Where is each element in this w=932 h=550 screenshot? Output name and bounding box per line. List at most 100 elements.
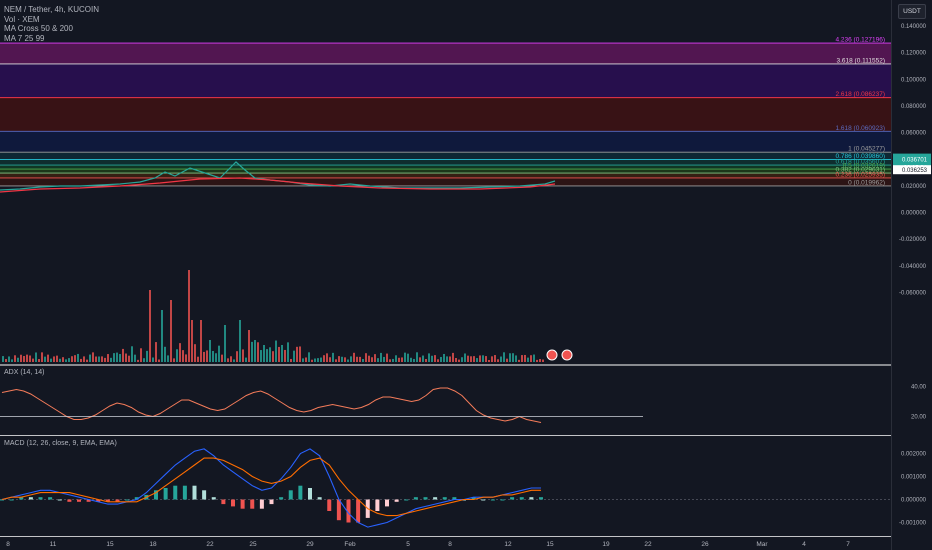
volume-bar (227, 358, 229, 362)
macd-histogram-bar (375, 499, 380, 511)
price-axis-label: 0.000000 (901, 211, 927, 217)
fib-band (0, 97, 891, 132)
volume-bar (212, 350, 214, 362)
volume-bar (53, 356, 55, 362)
macd-histogram-bar (269, 499, 274, 505)
time-axis-label: 18 (149, 541, 157, 548)
study-volume[interactable]: Vol · XEM (4, 15, 99, 25)
volume-bar (257, 342, 259, 362)
volume-bar (341, 356, 343, 362)
volume-bar (431, 355, 433, 362)
macd-histogram-bar (423, 497, 428, 500)
price-axis-label: 0.080000 (901, 104, 927, 110)
macd-histogram-bar (28, 497, 33, 500)
time-axis[interactable]: 8 11 15 18 22 25 29 Feb 5 8 12 15 19 22 26 Mar 4 7 (6, 541, 850, 548)
volume-bar (398, 357, 400, 362)
adx-axis-label: 20.00 (911, 415, 927, 421)
macd-histogram-bar (211, 497, 216, 500)
volume-bar (191, 320, 193, 362)
time-axis-label: 25 (249, 541, 257, 548)
volume-bar (230, 356, 232, 362)
volume-bar (50, 358, 52, 362)
volume-bar (518, 359, 520, 362)
volume-bar (485, 356, 487, 362)
volume-bar (329, 357, 331, 362)
macd-histogram-bar (519, 497, 524, 500)
volume-bar (359, 356, 361, 362)
volume-bar (437, 359, 439, 362)
fib-level-label: 2.618 (0.086237) (835, 91, 885, 98)
volume-bar (440, 356, 442, 362)
volume-bar (416, 352, 418, 362)
volume-bar (221, 354, 223, 362)
volume-bar (242, 349, 244, 362)
study-ma-cross[interactable]: MA Cross 50 & 200 (4, 24, 99, 34)
time-axis-label: Feb (344, 541, 356, 548)
macd-histogram-bar (221, 499, 226, 505)
volume-bar (41, 352, 43, 362)
volume-bar (509, 353, 511, 362)
time-axis-label: 26 (701, 541, 709, 548)
volume-bar (539, 359, 541, 362)
macd-label[interactable]: MACD (12, 26, close, 9, EMA, EMA) (4, 440, 117, 447)
volume-bar (377, 358, 379, 362)
symbol-title[interactable]: NEM / Tether, 4h, KUCOIN (4, 5, 99, 15)
volume-bar (38, 359, 40, 362)
volume-bar (20, 354, 22, 362)
macd-histogram-bar (500, 499, 505, 501)
macd-pane (0, 448, 891, 528)
volume-bar (479, 355, 481, 362)
volume-bar (401, 357, 403, 362)
volume-bar (65, 359, 67, 362)
volume-bar (8, 356, 10, 362)
macd-histogram-bar (48, 497, 53, 500)
volume-bar (224, 325, 226, 362)
volume-bar (11, 359, 13, 362)
price-axis-label: -0.040000 (899, 264, 927, 270)
volume-bar (347, 359, 349, 362)
volume-bar (32, 358, 34, 362)
volume-bar (269, 347, 271, 362)
volume-bar (503, 352, 505, 362)
volume-bar (311, 359, 313, 362)
volume-bar (14, 355, 16, 362)
fib-band (0, 131, 891, 153)
volume-bar (368, 355, 370, 362)
macd-histogram-bar (433, 497, 438, 500)
time-axis-label: 22 (644, 541, 652, 548)
price-axis-label: 0.140000 (901, 24, 927, 30)
price-axis[interactable]: 0.140000 0.120000 0.100000 0.080000 0.060000… (892, 0, 932, 550)
macd-histogram-bar (327, 499, 332, 511)
volume-bar (278, 346, 280, 362)
time-axis-label: 15 (106, 541, 114, 548)
price-axis-label: 0.020000 (901, 184, 927, 190)
volume-bar (131, 346, 133, 362)
volume-bar (464, 353, 466, 362)
time-axis-label: 19 (602, 541, 610, 548)
macd-histogram-bar (231, 499, 235, 507)
volume-bar (284, 349, 286, 362)
macd-histogram-bar (77, 499, 81, 502)
volume-bar (74, 355, 76, 362)
fib-band (0, 63, 891, 98)
chart-canvas[interactable]: 4.236 (0.127196) 3.618 (0.111552) 2.618 (0… (0, 0, 932, 550)
volume-bar (71, 356, 73, 362)
adx-label[interactable]: ADX (14, 14) (4, 369, 44, 376)
volume-bar (425, 359, 427, 362)
volume-bar (185, 354, 187, 362)
volume-bar (122, 348, 124, 362)
volume-bar (410, 357, 412, 362)
study-ma-7-25-99[interactable]: MA 7 25 99 (4, 34, 99, 44)
macd-histogram-bar (38, 497, 43, 500)
volume-bar (119, 354, 121, 362)
volume-bar (491, 356, 493, 362)
currency-button[interactable]: USDT (898, 4, 926, 19)
volume-bar (251, 341, 253, 362)
volume-bar (95, 356, 97, 362)
volume-bar (434, 355, 436, 362)
volume-bar (275, 340, 277, 362)
macd-histogram-bar (163, 488, 168, 500)
fib-extension-drawing[interactable]: 4.236 (0.127196) 3.618 (0.111552) 2.618 (0… (0, 37, 891, 187)
volume-bar (245, 357, 247, 362)
price-axis-label: 0.120000 (901, 51, 927, 57)
